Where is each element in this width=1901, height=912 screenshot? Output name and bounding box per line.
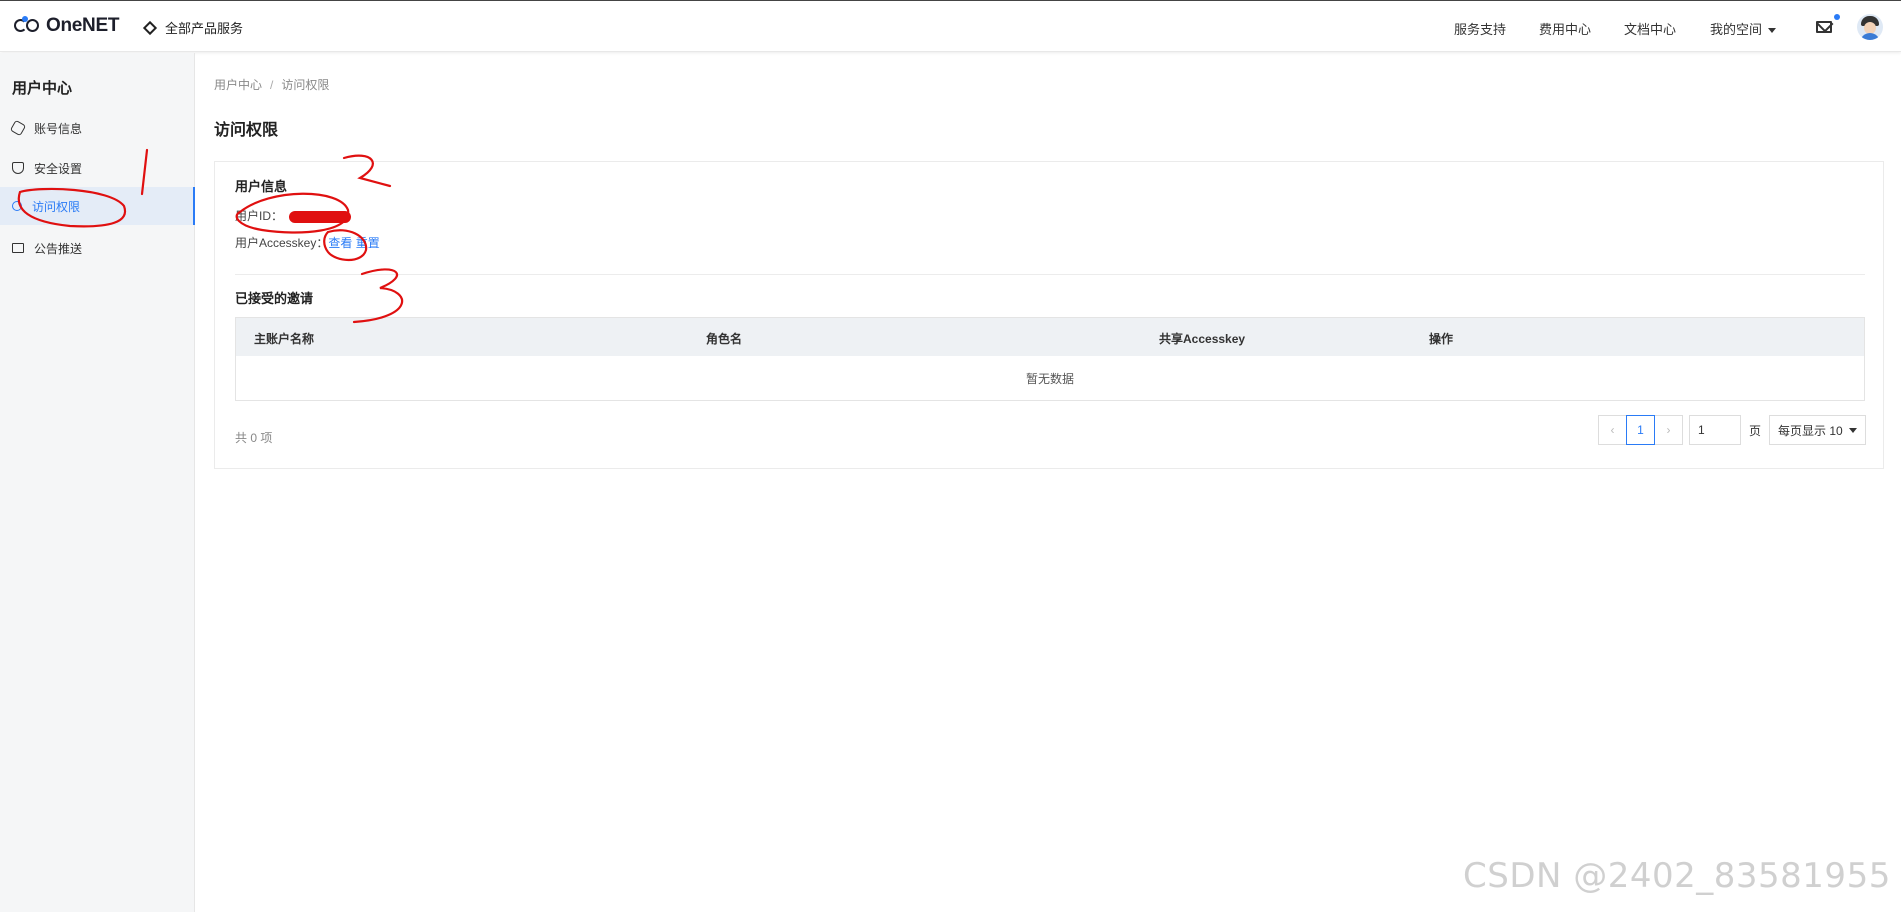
page-title: 访问权限 <box>214 122 279 139</box>
sidebar-item-account-info[interactable]: 账号信息 <box>0 109 195 147</box>
sidebar-item-security[interactable]: 安全设置 <box>0 149 195 187</box>
nav-service-support[interactable]: 服务支持 <box>1454 19 1506 38</box>
redacted-user-id <box>289 210 352 223</box>
total-count: 共 0 项 <box>235 431 273 445</box>
sidebar-item-label: 安全设置 <box>34 161 83 176</box>
sidebar: 用户中心 账号信息 安全设置 访问权限 公告推送 <box>0 53 195 912</box>
pagination: ‹ 1 › 页 每页显示 10 <box>1598 415 1866 445</box>
access-card: 用户信息 用户ID： 用户Accesskey：查看 重置 已接受的邀请 主账户名… <box>214 161 1884 469</box>
page-button-current[interactable]: 1 <box>1626 415 1655 445</box>
notification-dot <box>1834 14 1840 20</box>
logo-text: OneNET <box>46 15 120 36</box>
sidebar-item-label: 访问权限 <box>32 199 81 214</box>
message-icon[interactable] <box>1816 21 1832 33</box>
column-header: 角色名 <box>706 332 743 346</box>
sidebar-item-label: 公告推送 <box>34 241 83 256</box>
page-unit-label: 页 <box>1749 423 1762 438</box>
invitations-title: 已接受的邀请 <box>235 291 314 306</box>
all-products-menu[interactable]: 全部产品服务 <box>142 18 244 37</box>
next-page-button[interactable]: › <box>1654 415 1683 445</box>
sidebar-item-access[interactable]: 访问权限 <box>0 187 195 225</box>
divider <box>235 274 1865 275</box>
view-accesskey-link[interactable]: 查看 <box>328 236 352 250</box>
column-header: 共享Accesskey <box>1159 332 1246 346</box>
table-header: 主账户名称 角色名 共享Accesskey 操作 <box>236 318 1864 356</box>
hexagon-icon <box>9 119 27 137</box>
column-header: 操作 <box>1429 332 1454 346</box>
page-jump-input[interactable] <box>1689 415 1741 445</box>
nav-my-space[interactable]: 我的空间 <box>1710 19 1777 38</box>
empty-state-text: 暂无数据 <box>1025 372 1074 386</box>
page-size-label: 每页显示 10 <box>1778 423 1843 438</box>
reset-accesskey-link[interactable]: 重置 <box>356 236 380 250</box>
top-navbar: OneNET 全部产品服务 服务支持 费用中心 文档中心 我的空间 <box>0 0 1901 52</box>
watermark: CSDN @2402_83581955 <box>1463 856 1891 896</box>
sidebar-item-announcements[interactable]: 公告推送 <box>0 229 195 267</box>
mail-icon <box>12 243 24 253</box>
accesskey-label: 用户Accesskey： <box>235 236 329 250</box>
accesskey-row: 用户Accesskey：查看 重置 <box>235 234 380 251</box>
logo-icon <box>14 16 44 36</box>
page-size-select[interactable]: 每页显示 10 <box>1769 415 1866 445</box>
nav-billing-center[interactable]: 费用中心 <box>1539 19 1591 38</box>
user-id-row: 用户ID： <box>235 207 352 224</box>
breadcrumb-separator: / <box>270 78 274 92</box>
breadcrumb-root[interactable]: 用户中心 <box>214 78 262 92</box>
column-header: 主账户名称 <box>254 332 315 346</box>
nav-docs-center[interactable]: 文档中心 <box>1624 19 1676 38</box>
key-icon <box>12 201 22 211</box>
invitations-table: 主账户名称 角色名 共享Accesskey 操作 暂无数据 <box>235 317 1865 401</box>
prev-page-button[interactable]: ‹ <box>1598 415 1627 445</box>
onenet-logo[interactable]: OneNET <box>14 15 119 37</box>
sidebar-item-label: 账号信息 <box>34 121 83 136</box>
user-id-label: 用户ID： <box>235 209 284 223</box>
shield-icon <box>12 162 24 174</box>
my-space-label: 我的空间 <box>1710 22 1763 37</box>
all-products-label: 全部产品服务 <box>165 21 244 36</box>
caret-down-icon <box>1848 427 1857 433</box>
user-avatar[interactable] <box>1857 14 1883 40</box>
user-info-title: 用户信息 <box>235 179 288 194</box>
caret-down-icon <box>1768 28 1777 34</box>
diamond-icon <box>142 20 158 35</box>
sidebar-title: 用户中心 <box>12 80 73 97</box>
breadcrumb: 用户中心 / 访问权限 <box>214 76 329 93</box>
breadcrumb-current: 访问权限 <box>281 78 330 92</box>
